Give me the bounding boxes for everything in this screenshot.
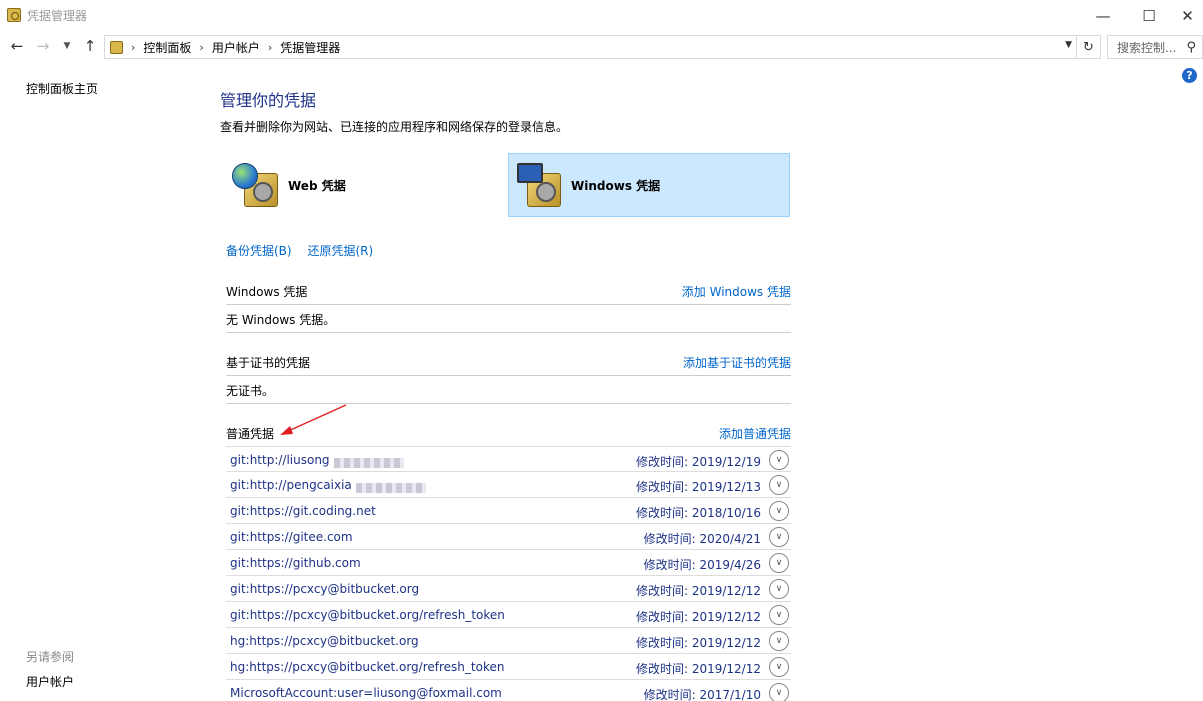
breadcrumb-control-panel[interactable]: 控制面板	[143, 39, 191, 56]
credential-modified-date: 修改时间: 2018/10/16	[635, 506, 761, 520]
windows-credentials-label: Windows 凭据	[571, 178, 661, 193]
generic-credentials-section-header: 普通凭据 添加普通凭据	[226, 425, 791, 441]
credential-row[interactable]: git:https://github.com 修改时间: 2019/4/26 ∨	[226, 550, 791, 576]
redaction-holder	[354, 480, 426, 494]
maximize-button[interactable]: ☐	[1126, 0, 1172, 31]
breadcrumb-user-accounts[interactable]: 用户帐户	[212, 39, 260, 56]
credential-modified-date: 修改时间: 2019/12/12	[635, 636, 761, 650]
breadcrumb-credential-manager[interactable]: 凭据管理器	[280, 39, 340, 56]
credential-name: git:http://pengcaixia	[230, 478, 352, 492]
no-certificates-text: 无证书。	[226, 384, 275, 398]
credential-name: git:https://github.com	[230, 556, 361, 570]
credential-row[interactable]: git:https://git.coding.net 修改时间: 2018/10/…	[226, 498, 791, 524]
windows-credentials-section-header: Windows 凭据 添加 Windows 凭据	[226, 283, 791, 299]
divider	[226, 332, 791, 333]
forward-arrow-icon[interactable]: →	[32, 35, 54, 57]
expand-chevron-icon[interactable]: ∨	[769, 553, 789, 573]
page-description: 查看并删除你为网站、已连接的应用程序和网络保存的登录信息。	[220, 120, 569, 134]
generic-credentials-list: git:http://liusong 修改时间: 2019/12/19 ∨ git:h…	[226, 446, 791, 701]
redacted-text	[334, 457, 404, 468]
recent-locations-chevron-icon[interactable]: ▼	[60, 35, 74, 57]
restore-credentials-link[interactable]: 还原凭据(R)	[307, 244, 373, 258]
add-certificate-credential-link[interactable]: 添加基于证书的凭据	[683, 354, 791, 371]
divider	[226, 375, 791, 376]
credential-name: git:https://pcxcy@bitbucket.org/refresh_…	[230, 608, 505, 622]
control-panel-icon	[110, 40, 123, 54]
credential-modified-date: 修改时间: 2017/1/10	[643, 688, 761, 701]
backup-restore-links: 备份凭据(B) 还原凭据(R)	[226, 242, 385, 259]
back-arrow-icon[interactable]: ←	[6, 35, 28, 57]
add-windows-credential-link[interactable]: 添加 Windows 凭据	[682, 283, 791, 300]
up-arrow-icon[interactable]: ↑	[80, 35, 100, 57]
refresh-icon[interactable]: ↻	[1077, 35, 1101, 59]
credential-row[interactable]: git:https://gitee.com 修改时间: 2020/4/21 ∨	[226, 524, 791, 550]
page-title: 管理你的凭据	[220, 91, 317, 110]
address-dropdown-chevron-icon[interactable]: ▼	[1065, 40, 1072, 50]
search-placeholder: 搜索控制...	[1117, 40, 1177, 55]
credential-manager-icon	[7, 8, 21, 22]
credential-name: hg:https://pcxcy@bitbucket.org	[230, 634, 419, 648]
web-credentials-icon	[232, 159, 284, 211]
see-also-heading: 另请参阅	[26, 650, 75, 664]
close-button[interactable]: ✕	[1172, 0, 1203, 31]
search-icon[interactable]: ⚲	[1186, 40, 1196, 55]
credential-modified-date: 修改时间: 2019/12/13	[635, 480, 761, 494]
expand-chevron-icon[interactable]: ∨	[769, 501, 789, 521]
add-generic-credential-link[interactable]: 添加普通凭据	[719, 425, 791, 442]
credential-row[interactable]: git:http://pengcaixia 修改时间: 2019/12/13 ∨	[226, 472, 791, 498]
navigation-bar: ← → ▼ ↑ › 控制面板 › 用户帐户 › 凭据管理器 ▼ ↻ 搜索控制..…	[0, 33, 1203, 61]
address-bar[interactable]: › 控制面板 › 用户帐户 › 凭据管理器 ▼	[104, 35, 1077, 59]
title-bar: 凭据管理器 — ☐ ✕	[0, 0, 1203, 31]
expand-chevron-icon[interactable]: ∨	[769, 657, 789, 677]
redacted-text	[356, 482, 426, 493]
certificate-credentials-section-header: 基于证书的凭据 添加基于证书的凭据	[226, 354, 791, 370]
credential-row[interactable]: git:http://liusong 修改时间: 2019/12/19 ∨	[226, 446, 791, 472]
credential-modified-date: 修改时间: 2020/4/21	[643, 532, 761, 546]
expand-chevron-icon[interactable]: ∨	[769, 527, 789, 547]
credential-row[interactable]: hg:https://pcxcy@bitbucket.org 修改时间: 2019…	[226, 628, 791, 654]
expand-chevron-icon[interactable]: ∨	[769, 579, 789, 599]
minimize-button[interactable]: —	[1080, 0, 1126, 31]
credential-row[interactable]: git:https://pcxcy@bitbucket.org/refresh_…	[226, 602, 791, 628]
user-accounts-link[interactable]: 用户帐户	[26, 673, 74, 690]
divider	[226, 304, 791, 305]
expand-chevron-icon[interactable]: ∨	[769, 605, 789, 625]
breadcrumb-separator-icon: ›	[267, 40, 273, 54]
search-input[interactable]: 搜索控制... ⚲	[1107, 35, 1203, 59]
breadcrumb-separator-icon: ›	[131, 40, 136, 54]
credential-name: git:http://liusong	[230, 453, 330, 467]
redaction-holder	[332, 455, 404, 469]
credential-row[interactable]: MicrosoftAccount:user=liusong@foxmail.co…	[226, 680, 791, 701]
windows-credentials-tile[interactable]: Windows 凭据	[508, 153, 790, 217]
credential-modified-date: 修改时间: 2019/12/12	[635, 610, 761, 624]
section-title: 基于证书的凭据	[226, 356, 311, 370]
window-title: 凭据管理器	[27, 9, 88, 23]
credential-modified-date: 修改时间: 2019/12/19	[635, 455, 761, 469]
credential-name: git:https://pcxcy@bitbucket.org	[230, 582, 420, 596]
expand-chevron-icon[interactable]: ∨	[769, 475, 789, 495]
credential-name: MicrosoftAccount:user=liusong@foxmail.co…	[230, 686, 502, 700]
control-panel-home-link[interactable]: 控制面板主页	[26, 80, 98, 97]
windows-credentials-icon	[515, 159, 567, 211]
credential-modified-date: 修改时间: 2019/12/12	[635, 584, 761, 598]
credential-name: hg:https://pcxcy@bitbucket.org/refresh_t…	[230, 660, 505, 674]
expand-chevron-icon[interactable]: ∨	[769, 683, 789, 701]
help-icon[interactable]: ?	[1182, 68, 1197, 83]
credential-name: git:https://gitee.com	[230, 530, 353, 544]
no-windows-credentials-text: 无 Windows 凭据。	[226, 313, 336, 327]
credential-row[interactable]: hg:https://pcxcy@bitbucket.org/refresh_t…	[226, 654, 791, 680]
credential-name: git:https://git.coding.net	[230, 504, 376, 518]
credential-modified-date: 修改时间: 2019/4/26	[643, 558, 761, 572]
section-title: 普通凭据	[226, 427, 275, 441]
backup-credentials-link[interactable]: 备份凭据(B)	[226, 244, 292, 258]
expand-chevron-icon[interactable]: ∨	[769, 631, 789, 651]
web-credentials-tile[interactable]: Web 凭据	[226, 153, 508, 217]
breadcrumb-separator-icon: ›	[199, 40, 204, 54]
expand-chevron-icon[interactable]: ∨	[769, 450, 789, 470]
credential-row[interactable]: git:https://pcxcy@bitbucket.org 修改时间: 201…	[226, 576, 791, 602]
web-credentials-label: Web 凭据	[288, 178, 346, 193]
section-title: Windows 凭据	[226, 285, 308, 299]
credential-modified-date: 修改时间: 2019/12/12	[635, 662, 761, 676]
